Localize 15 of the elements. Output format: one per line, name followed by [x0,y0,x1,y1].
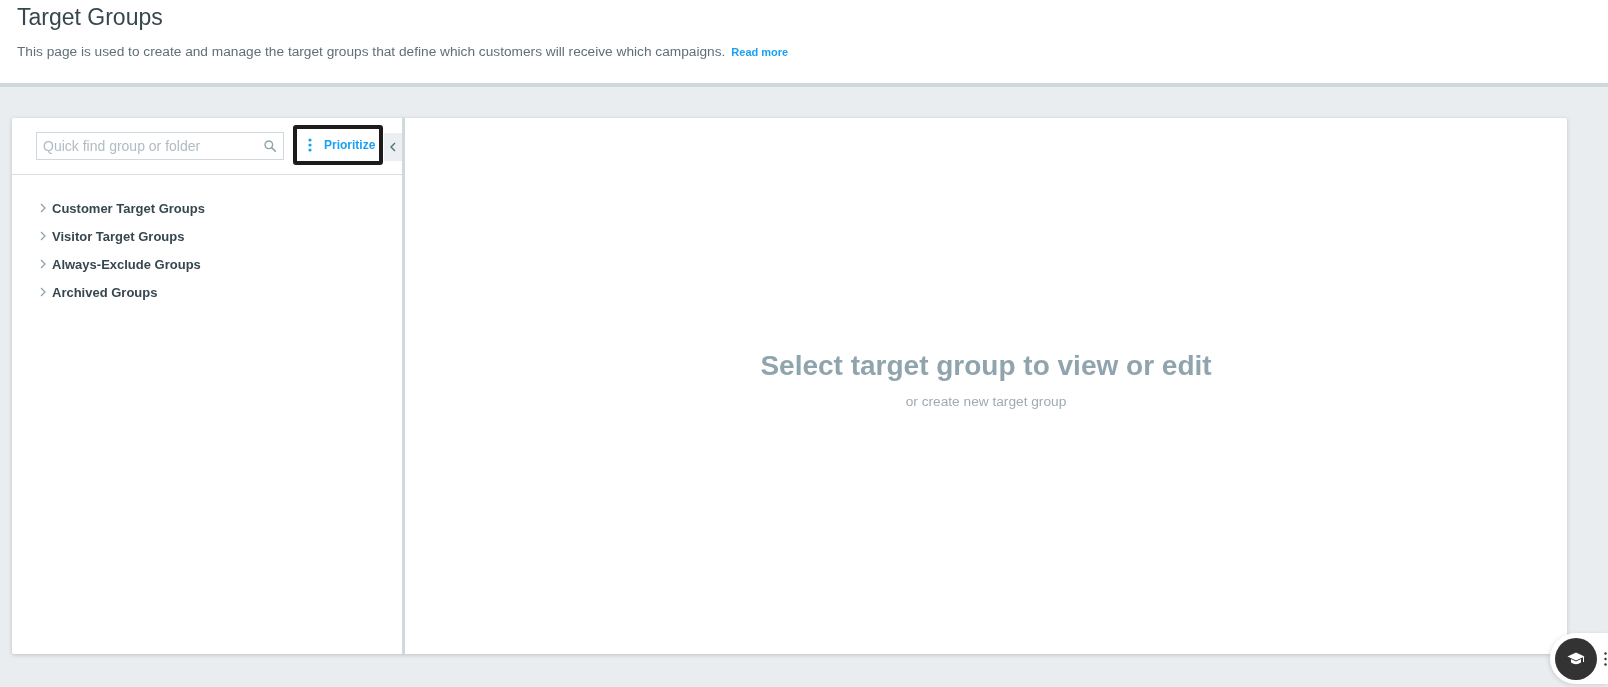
kebab-icon [308,138,312,152]
tutorial-button[interactable] [1555,637,1597,680]
chevron-left-icon [390,142,396,152]
more-options-icon[interactable] [1604,651,1607,666]
tree-folder-item[interactable]: Customer Target Groups [40,194,402,222]
page-title: Target Groups [17,3,163,31]
tree-folder-item[interactable]: Archived Groups [40,278,402,306]
tree-folder-item[interactable]: Visitor Target Groups [40,222,402,250]
tree-folder-item[interactable]: Always-Exclude Groups [40,250,402,278]
search-icon [264,140,276,152]
search-field[interactable]: Quick find group or folder [36,132,284,160]
empty-state-title: Select target group to view or edit [760,350,1212,382]
page-description: This page is used to create and manage the target groups that define which customers will receive which campaigns. Read more [17,44,789,60]
graduation-cap-icon [1567,651,1585,666]
empty-state-subtitle: or create new target group [905,394,1067,410]
